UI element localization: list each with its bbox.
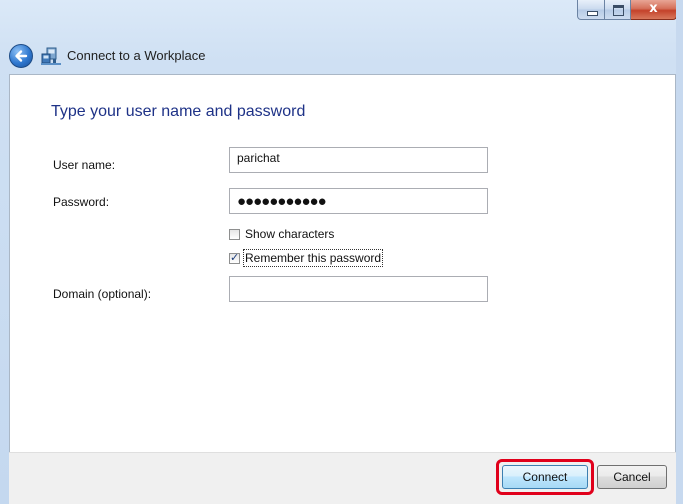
remember-password-checkbox[interactable]: ✓ <box>229 250 240 264</box>
maximize-button[interactable] <box>605 0 631 20</box>
remember-password-row[interactable]: ✓ Remember this password <box>229 249 384 267</box>
back-arrow-icon <box>15 50 28 62</box>
checkmark-icon: ✓ <box>230 250 240 264</box>
show-characters-row[interactable]: Show characters <box>229 225 335 243</box>
password-input[interactable]: ●●●●●●●●●●● <box>229 188 488 214</box>
close-icon: x <box>649 1 658 16</box>
password-label: Password: <box>53 195 110 209</box>
title-bar[interactable]: x <box>0 0 683 38</box>
back-button[interactable] <box>9 44 33 68</box>
wizard-nav-row: Connect to a Workplace <box>0 40 683 72</box>
page-heading: Type your user name and password <box>51 103 306 120</box>
close-button[interactable]: x <box>631 0 677 20</box>
domain-input[interactable] <box>229 276 488 302</box>
minimize-button[interactable] <box>577 0 605 20</box>
remember-password-label[interactable]: Remember this password <box>242 249 384 267</box>
username-label: User name: <box>53 158 116 172</box>
wizard-content: Type your user name and password User na… <box>9 74 676 452</box>
password-masked-value: ●●●●●●●●●●● <box>237 193 327 210</box>
domain-label: Domain (optional): <box>53 287 152 301</box>
username-input[interactable]: parichat <box>229 147 488 173</box>
show-characters-checkbox[interactable] <box>229 228 240 240</box>
connect-workplace-window: x Connect to a Workplace Type your user … <box>0 0 683 504</box>
connect-button[interactable]: Connect <box>502 465 588 489</box>
wizard-footer: Connect Cancel <box>9 452 676 504</box>
wizard-title: Connect to a Workplace <box>67 48 206 63</box>
window-right-edge <box>676 0 683 504</box>
maximize-icon <box>613 5 624 16</box>
minimize-icon <box>587 11 598 16</box>
cancel-button[interactable]: Cancel <box>597 465 667 489</box>
show-characters-label[interactable]: Show characters <box>244 226 335 242</box>
caption-buttons: x <box>577 0 677 22</box>
username-value: parichat <box>237 151 280 165</box>
workplace-network-icon <box>41 47 61 65</box>
